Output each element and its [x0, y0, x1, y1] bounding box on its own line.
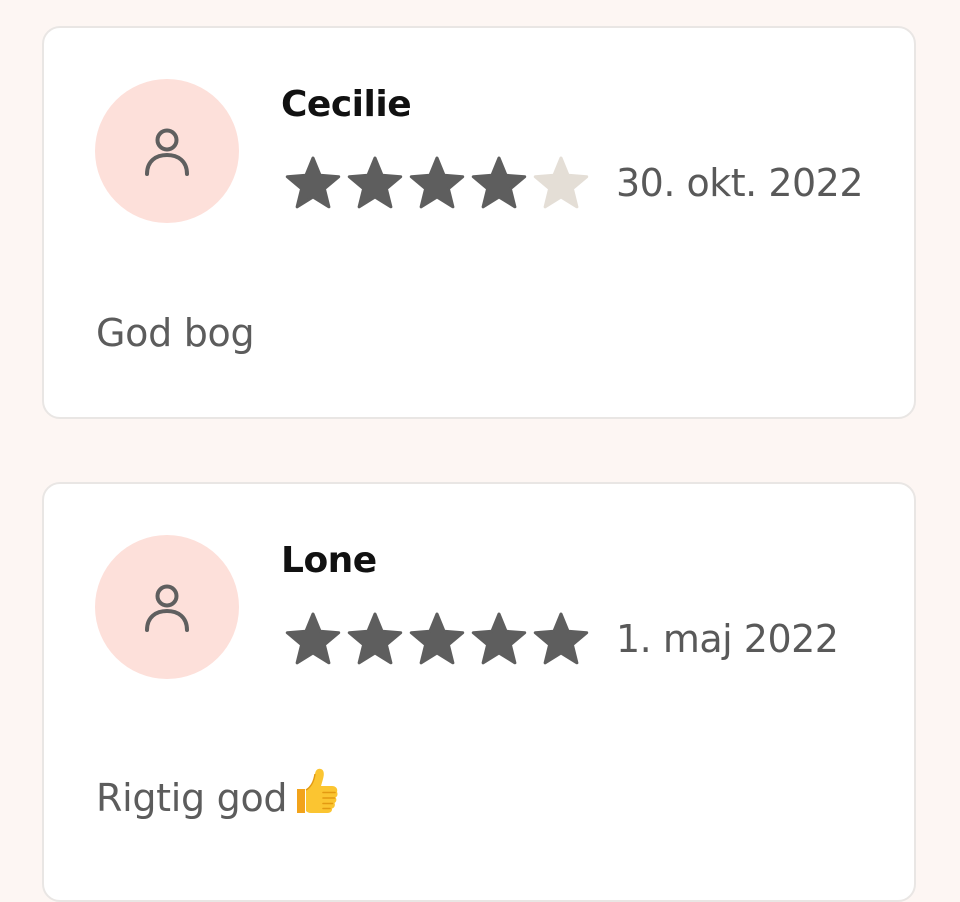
- star-filled-icon: [533, 612, 589, 665]
- star-rating: [284, 155, 590, 211]
- rating-row: 1. maj 2022: [284, 609, 839, 669]
- review-date: 1. maj 2022: [616, 617, 839, 661]
- review-text-content: Rigtig god: [96, 776, 288, 820]
- rating-row: 30. okt. 2022: [284, 153, 864, 213]
- star-filled-icon: [347, 156, 403, 209]
- review-card: Lone 1. maj 2022 Rigtig god: [42, 482, 916, 902]
- review-text: God bog: [96, 311, 255, 355]
- star-rating: [284, 611, 590, 667]
- user-outline-icon: [145, 584, 189, 632]
- star-filled-icon: [285, 156, 341, 209]
- reviewer-name: Cecilie: [281, 84, 412, 125]
- star-filled-icon: [409, 612, 465, 665]
- user-outline-icon: [145, 128, 189, 176]
- star-filled-icon: [409, 156, 465, 209]
- review-date: 30. okt. 2022: [616, 161, 864, 205]
- review-text: Rigtig god: [96, 765, 339, 826]
- avatar: [95, 535, 239, 679]
- star-filled-icon: [471, 612, 527, 665]
- star-filled-icon: [347, 612, 403, 665]
- review-text-content: God bog: [96, 311, 255, 355]
- reviewer-name: Lone: [281, 540, 377, 581]
- star-empty-icon: [533, 156, 589, 209]
- star-filled-icon: [471, 156, 527, 209]
- thumbs-up-emoji-icon: [289, 765, 339, 826]
- review-card: Cecilie 30. okt. 2022 God bog: [42, 26, 916, 419]
- avatar: [95, 79, 239, 223]
- star-filled-icon: [285, 612, 341, 665]
